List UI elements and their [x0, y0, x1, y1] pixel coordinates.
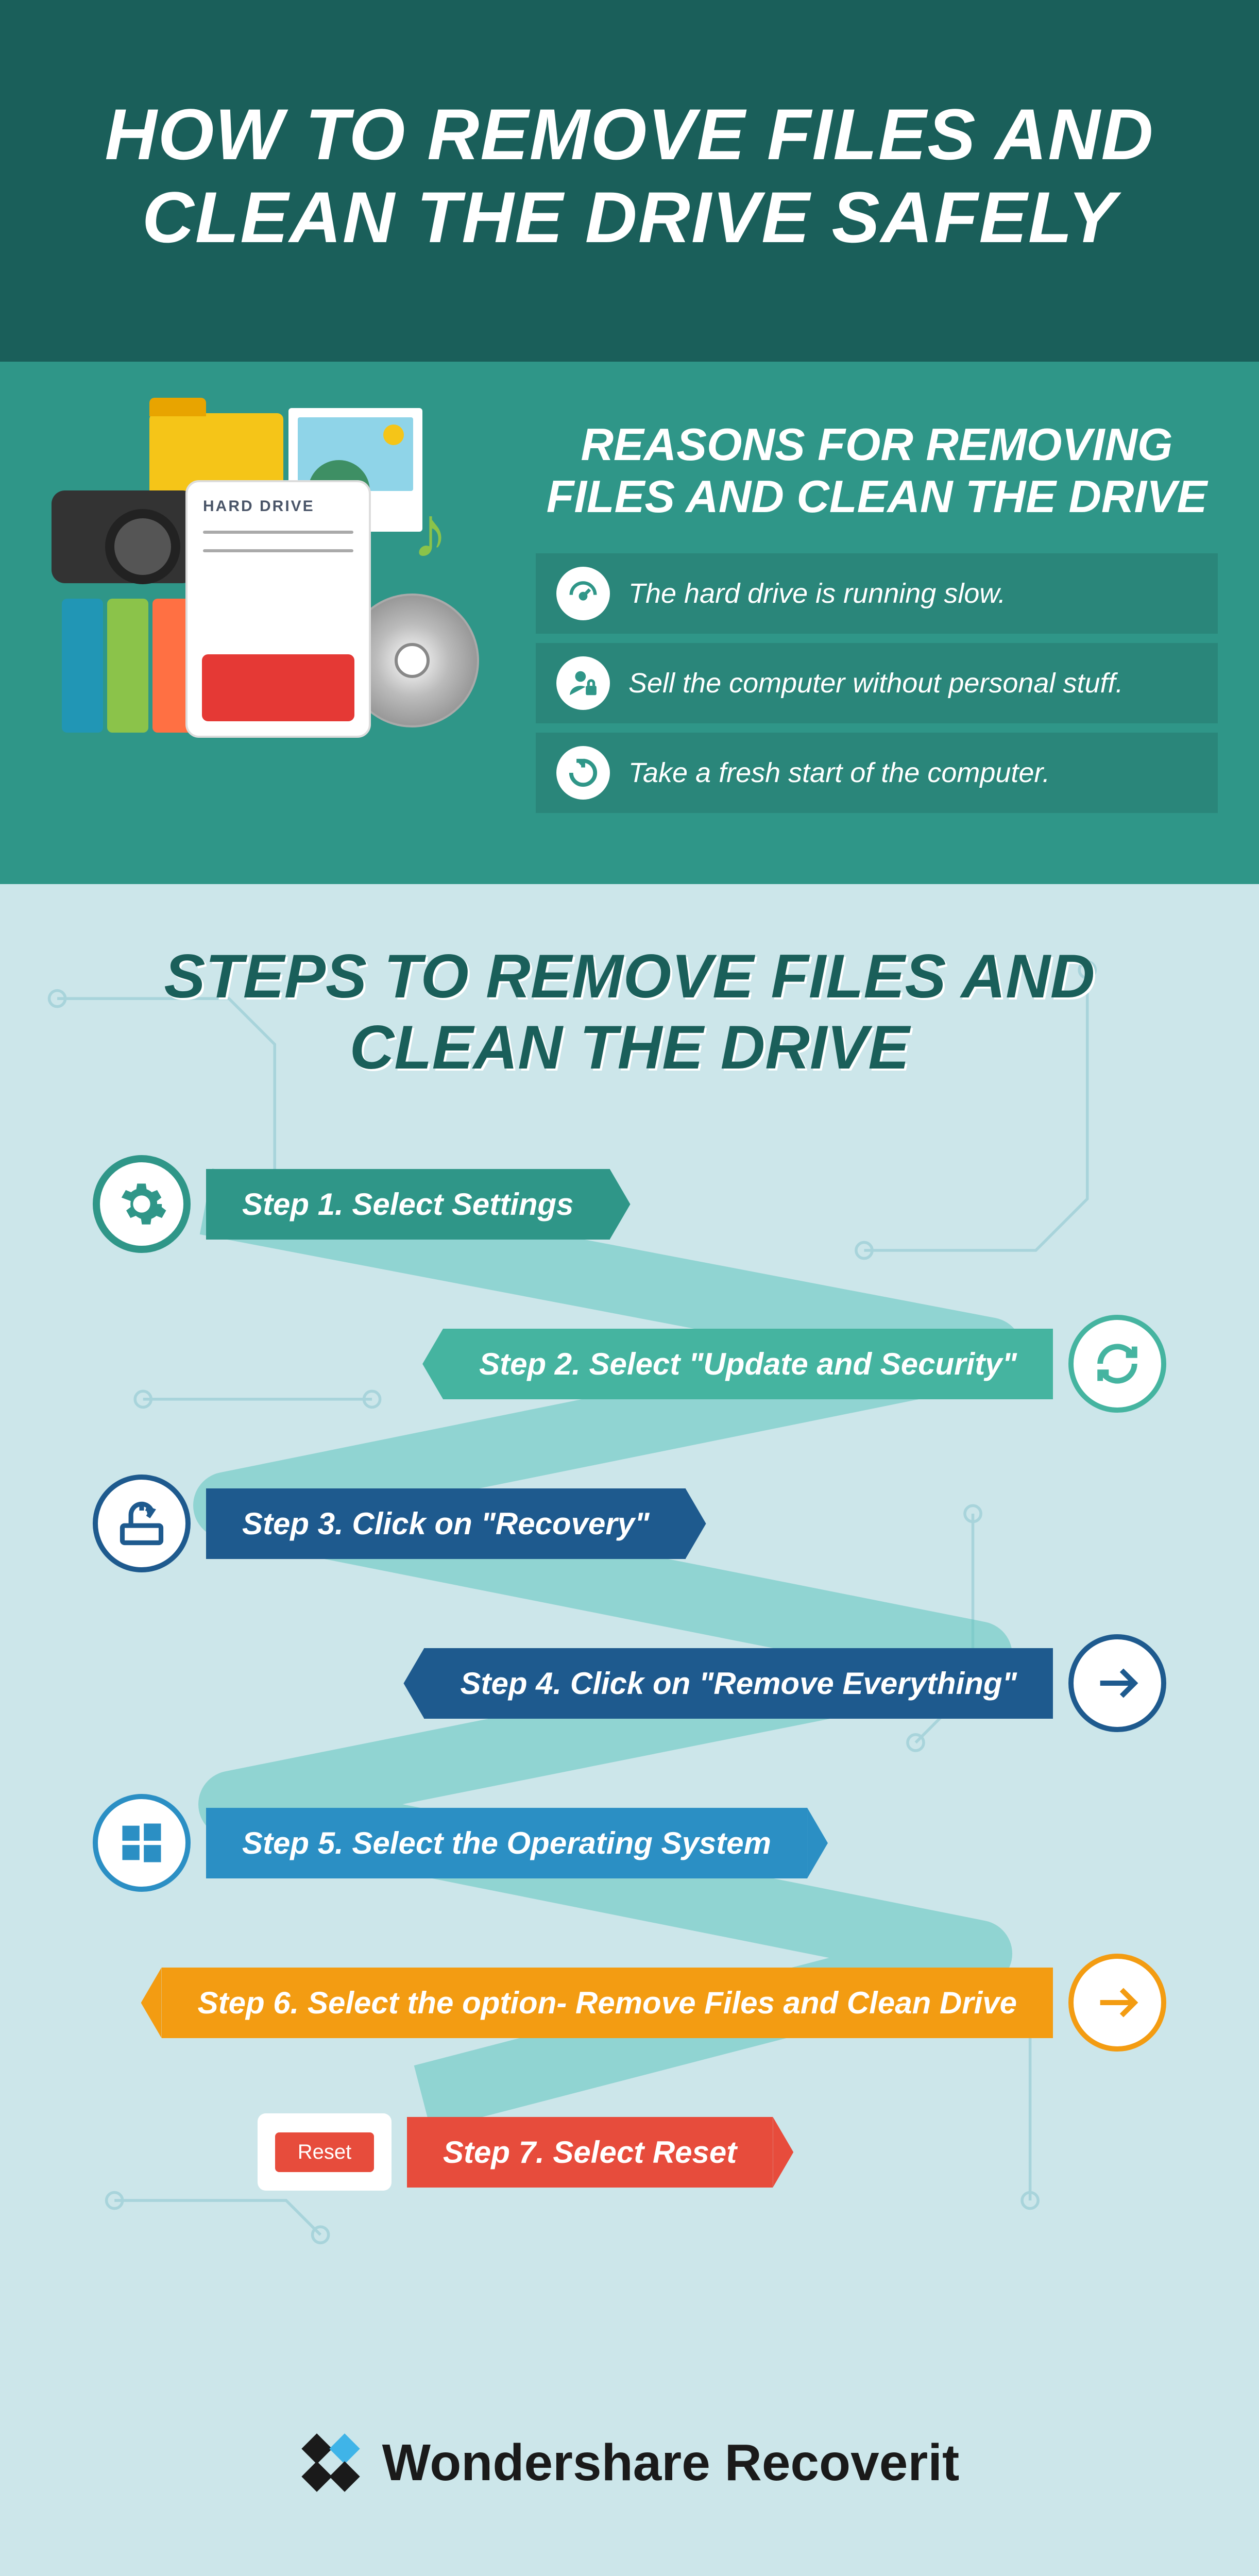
- step-row: Step 2. Select "Update and Security": [62, 1315, 1166, 1413]
- refresh-icon: [556, 746, 610, 800]
- recovery-icon: [93, 1475, 191, 1572]
- infographic-container: HOW TO REMOVE FILES AND CLEAN THE DRIVE …: [0, 0, 1259, 2576]
- user-lock-icon: [556, 656, 610, 710]
- binders-icon: [62, 599, 194, 733]
- steps-heading: STEPS TO REMOVE FILES AND CLEAN THE DRIV…: [62, 941, 1197, 1083]
- step-label: Step 4. Click on "Remove Everything": [424, 1648, 1053, 1719]
- gear-icon: [93, 1155, 191, 1253]
- step-label: Step 6. Select the option- Remove Files …: [162, 1968, 1053, 2038]
- step-row: Step 4. Click on "Remove Everything": [62, 1634, 1166, 1732]
- step-row: Step 6. Select the option- Remove Files …: [62, 1954, 1166, 2052]
- reasons-heading: REASONS FOR REMOVING FILES AND CLEAN THE…: [536, 418, 1218, 522]
- steps-section: STEPS TO REMOVE FILES AND CLEAN THE DRIV…: [0, 884, 1259, 2252]
- step-row: Reset Step 7. Select Reset: [258, 2113, 1197, 2191]
- steps-list: Step 1. Select Settings Step 2. Select "…: [62, 1155, 1197, 2191]
- reasons-section: ♪ HARD DRIVE REASONS FOR REMOVING FILES …: [0, 362, 1259, 884]
- step-label: Step 2. Select "Update and Security": [443, 1329, 1053, 1399]
- step-label: Step 1. Select Settings: [206, 1169, 610, 1240]
- arrow-icon: [1068, 1954, 1166, 2052]
- drive-illustration: ♪ HARD DRIVE: [41, 403, 505, 764]
- sync-icon: [1068, 1315, 1166, 1413]
- footer-brand: Wondershare Recoverit: [382, 2433, 960, 2493]
- windows-icon: [93, 1794, 191, 1892]
- reason-text: Take a fresh start of the computer.: [628, 757, 1050, 789]
- main-title: HOW TO REMOVE FILES AND CLEAN THE DRIVE …: [52, 93, 1207, 259]
- reset-button-label: Reset: [275, 2132, 375, 2172]
- reason-text: The hard drive is running slow.: [628, 578, 1006, 609]
- reason-item: Take a fresh start of the computer.: [536, 733, 1218, 813]
- step-label: Step 3. Click on "Recovery": [206, 1488, 686, 1559]
- hard-drive-icon: HARD DRIVE: [185, 480, 371, 738]
- reasons-content: REASONS FOR REMOVING FILES AND CLEAN THE…: [536, 403, 1218, 822]
- step-row: Step 3. Click on "Recovery": [93, 1475, 1197, 1572]
- wondershare-logo-icon: [300, 2432, 362, 2494]
- step-label: Step 7. Select Reset: [407, 2117, 773, 2188]
- camera-icon: [52, 490, 196, 583]
- arrow-icon: [1068, 1634, 1166, 1732]
- header-section: HOW TO REMOVE FILES AND CLEAN THE DRIVE …: [0, 0, 1259, 362]
- step-row: Step 5. Select the Operating System: [93, 1794, 1197, 1892]
- music-note-icon: ♪: [412, 490, 448, 574]
- reason-item: The hard drive is running slow.: [536, 553, 1218, 634]
- gauge-icon: [556, 567, 610, 620]
- step-row: Step 1. Select Settings: [93, 1155, 1197, 1253]
- footer: Wondershare Recoverit: [0, 2432, 1259, 2494]
- reset-button-icon: Reset: [258, 2113, 392, 2191]
- hard-drive-label: HARD DRIVE: [203, 498, 353, 515]
- reason-item: Sell the computer without personal stuff…: [536, 643, 1218, 723]
- step-label: Step 5. Select the Operating System: [206, 1808, 807, 1878]
- reason-text: Sell the computer without personal stuff…: [628, 667, 1124, 699]
